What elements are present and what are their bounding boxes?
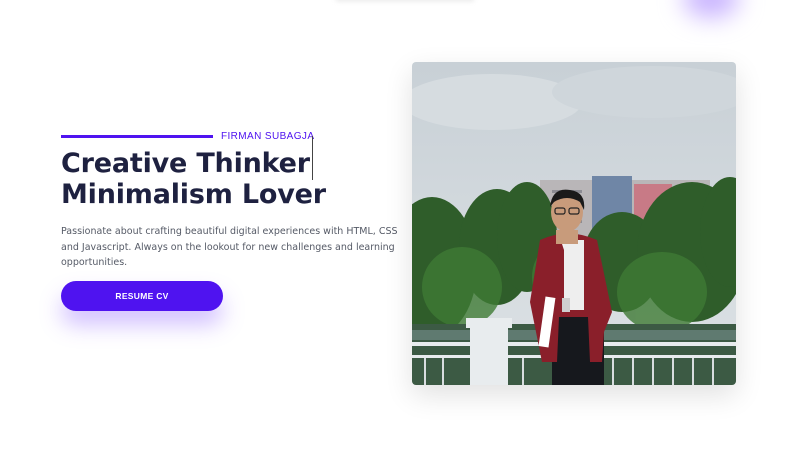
subtitle-accent-line bbox=[61, 134, 213, 138]
hero-description: Passionate about crafting beautiful digi… bbox=[61, 226, 398, 268]
decorative-blob bbox=[335, 0, 475, 2]
hero-subtitle: FIRMAN SUBAGJA bbox=[221, 130, 315, 142]
headline-line-2: Minimalism Lover bbox=[61, 179, 326, 210]
subtitle-row: FIRMAN SUBAGJA bbox=[61, 126, 411, 146]
hero-headline: Creative Thinker Minimalism Lover bbox=[61, 136, 411, 210]
decorative-blob-purple bbox=[683, 0, 739, 18]
typing-caret bbox=[311, 136, 313, 180]
resume-cv-button[interactable]: RESUME CV bbox=[61, 281, 223, 311]
headline-line-1: Creative Thinker bbox=[61, 148, 310, 179]
profile-photo bbox=[412, 62, 736, 385]
hero-section: FIRMAN SUBAGJA Creative Thinker Minimali… bbox=[61, 126, 411, 280]
